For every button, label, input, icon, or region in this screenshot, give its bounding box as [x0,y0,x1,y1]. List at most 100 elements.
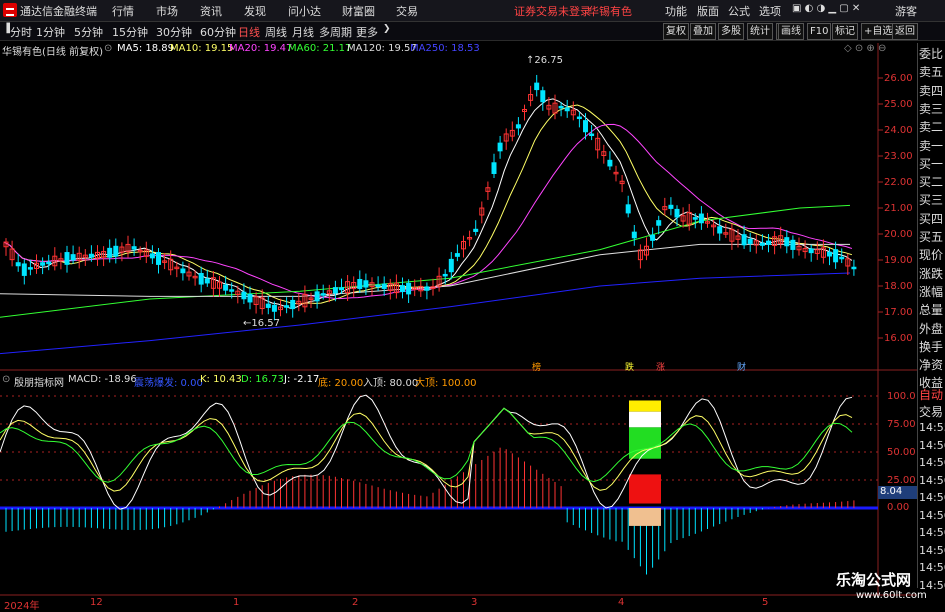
signal-block [629,508,661,526]
candle-body [223,284,229,291]
candle-body [284,305,290,308]
candle-body [265,303,271,308]
price-tick-label: 18.00 [884,281,913,292]
candle-body [15,262,21,267]
watermark-title: 乐淘公式网 [836,571,912,589]
indicator-toggle-icon[interactable]: ⊙ [2,374,10,385]
signal-block [629,474,661,504]
legend-ma10: MA10: 19.15 [170,43,234,54]
candle-body [70,254,76,261]
quote-field-label: 外盘 [919,321,944,336]
ma20-line [3,123,853,300]
price-tick-label: 20.00 [884,229,913,240]
quote-field-label: 总量 [919,303,944,318]
candle-body [534,82,540,91]
price-tick-label: 17.00 [884,307,913,318]
ma60-line [0,204,851,318]
candle-body [241,291,247,300]
legend-j: J: -2.17 [284,374,320,385]
candle-body [576,116,582,120]
tick-time: 14:56 [919,456,945,469]
candle-body [741,234,747,246]
candle-body [149,253,155,259]
candle-body [454,253,460,257]
quote-tab-trade[interactable]: 交易 [919,403,945,420]
candle-body [64,252,70,265]
price-tick-label: 25.00 [884,99,913,110]
price-tick-label: 23.00 [884,151,913,162]
candle-body [363,280,369,288]
candle-body [229,289,235,292]
candle-body [424,286,430,291]
legend-ma250: MA250: 18.53 [410,43,480,54]
legend-ma60: MA60: 21.17 [288,43,352,54]
event-badge-rise[interactable]: 涨 [655,360,666,373]
chart-settings-icon[interactable]: ◇ ⊙ ⊕ ⊖ [844,43,886,54]
candle-body [88,253,94,258]
quote-field-label: 委比 [919,47,944,61]
tick-time: 14:56 [919,561,945,574]
legend-d: D: 16.73 [241,374,284,385]
price-tick-label: 22.00 [884,177,913,188]
candle-body [40,262,46,266]
candle-body [27,267,33,270]
candle-body [747,238,753,244]
candle-body [320,293,326,296]
candle-body [107,247,113,258]
candle-body [589,133,595,137]
kline-chart[interactable] [0,0,945,609]
candle-body [851,266,857,270]
candle-body [717,226,723,234]
quote-field-label: 现价 [919,248,944,263]
quote-field-label: 涨幅 [919,284,944,299]
signal-block [629,400,661,412]
quote-tab-auto[interactable]: 自动 [919,386,945,403]
candle-body [564,107,570,112]
candle-body [290,299,296,310]
candle-body [198,272,204,285]
indicator-histogram [5,447,855,575]
x-axis-label: 1 [233,597,240,608]
candle-body [247,293,253,303]
price-legend-title: 华锡有色(日线 前复权) [2,47,103,58]
candle-body [375,284,381,288]
quote-field-label: 买二 [919,175,944,190]
indicator-tick-label: 50.00 [887,447,916,458]
legend-ma5: MA5: 18.89 [117,43,175,54]
x-axis-label: 4 [618,597,625,608]
candle-body [607,159,613,167]
candlesticks[interactable] [3,74,857,321]
candle-body [314,291,320,302]
candle-body [156,252,161,265]
tick-time: 14:56 [919,526,945,539]
candle-body [406,282,412,295]
candle-body [759,242,765,246]
indicator-tick-label: 75.00 [887,419,916,430]
signal-block [629,427,661,459]
low-price-marker: ←16.57 [243,318,281,329]
price-tick-label: 19.00 [884,255,913,266]
candle-body [692,217,698,220]
quote-field-label: 卖四 [919,83,944,98]
legend-ma20: MA20: 19.47 [229,43,293,54]
legend-toggle-icon[interactable]: ⊙ [104,43,112,54]
tick-time: 14:56 [919,473,945,487]
price-tick-label: 24.00 [884,125,913,136]
event-badge-finance[interactable]: 财 [736,360,747,373]
event-badge-drop[interactable]: 跌 [624,360,635,373]
signal-block [629,411,661,428]
indicator-name[interactable]: 殷朋指标网 [14,374,64,389]
legend-signal: 震荡爆发: 0.00 [134,378,203,389]
legend-big-top: 大顶: 100.00 [415,378,477,389]
candle-body [400,285,405,292]
tick-time: 14:56 [919,438,945,452]
legend-buy-top: 入顶: 80.00 [363,378,419,389]
tick-time: 14:55 [919,421,945,434]
indicator-tick-label: 0.00 [887,502,910,513]
candle-body [540,90,546,103]
event-badge-list[interactable]: 榜 [531,360,542,373]
price-tick-label: 16.00 [884,333,913,344]
candle-body [442,273,448,277]
candle-body [357,278,363,289]
candle-body [46,261,52,265]
